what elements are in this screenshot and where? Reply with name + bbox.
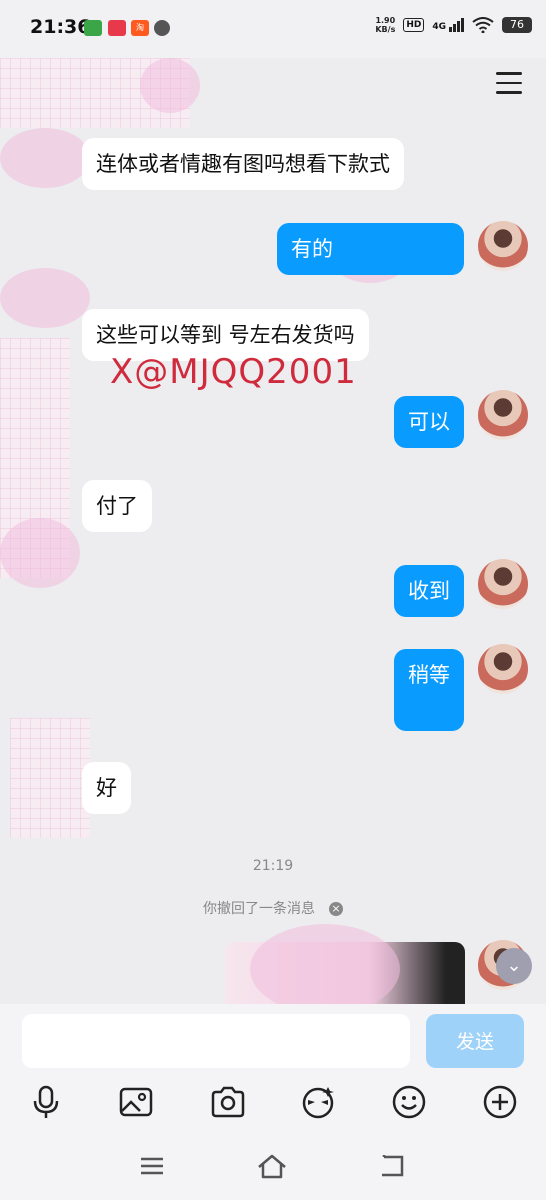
signal-icon: 4G — [432, 18, 464, 32]
sticker-decoration — [10, 718, 90, 838]
chat-area[interactable]: 连体或者情趣有图吗想看下款式 有的 这些可以等到 号左右发货吗 X@MJQQ20… — [0, 58, 546, 1004]
status-bar: 21:36 淘 1.90 KB/s HD 4G 76 — [0, 0, 546, 58]
home-icon[interactable] — [256, 1152, 288, 1180]
input-bar: 发送 — [0, 1004, 546, 1200]
menu-icon[interactable] — [136, 1152, 168, 1180]
wifi-icon — [472, 17, 494, 33]
message-notification-icon — [154, 20, 170, 36]
outgoing-message[interactable]: 收到 — [394, 565, 464, 617]
camera-icon[interactable] — [210, 1084, 246, 1120]
outgoing-message[interactable]: 稍等 — [394, 649, 464, 731]
back-icon[interactable] — [376, 1152, 408, 1180]
status-time: 21:36 — [30, 16, 91, 38]
recall-notice: 你撤回了一条消息 × — [0, 898, 546, 918]
send-button[interactable]: 发送 — [426, 1014, 524, 1068]
avatar[interactable] — [478, 559, 528, 609]
sticker-decoration — [140, 58, 200, 113]
emoji-icon[interactable] — [391, 1084, 427, 1120]
sticker-decoration — [0, 518, 80, 588]
scroll-down-icon[interactable]: ⌄ — [496, 948, 532, 984]
battery-indicator: 76 — [502, 17, 532, 33]
image-icon[interactable] — [118, 1084, 154, 1120]
avatar[interactable] — [478, 221, 528, 271]
sticker-decoration — [0, 268, 90, 328]
app-notification-icon — [84, 20, 102, 36]
sticker-icon[interactable] — [300, 1084, 336, 1120]
avatar[interactable] — [478, 644, 528, 694]
sticker-decoration — [0, 128, 90, 188]
net-speed: 1.90 KB/s — [375, 16, 396, 34]
taobao-icon: 淘 — [131, 20, 149, 36]
microphone-icon[interactable] — [28, 1084, 64, 1120]
plus-icon[interactable] — [482, 1084, 518, 1120]
outgoing-message[interactable]: 有的 — [277, 223, 464, 275]
close-icon[interactable]: × — [329, 902, 343, 916]
menu-icon[interactable] — [496, 72, 522, 94]
outgoing-message[interactable]: 可以 — [394, 396, 464, 448]
app-notification-icon — [108, 20, 126, 36]
message-timestamp: 21:19 — [252, 858, 294, 874]
hd-badge: HD — [403, 18, 425, 32]
message-input[interactable] — [22, 1014, 410, 1068]
incoming-message[interactable]: 连体或者情趣有图吗想看下款式 — [82, 138, 404, 190]
avatar[interactable] — [478, 390, 528, 440]
sticker-decoration — [250, 924, 400, 1004]
incoming-message[interactable]: 好 — [82, 762, 131, 814]
watermark-text: X@MJQQ2001 — [110, 352, 357, 392]
incoming-message[interactable]: 付了 — [82, 480, 152, 532]
